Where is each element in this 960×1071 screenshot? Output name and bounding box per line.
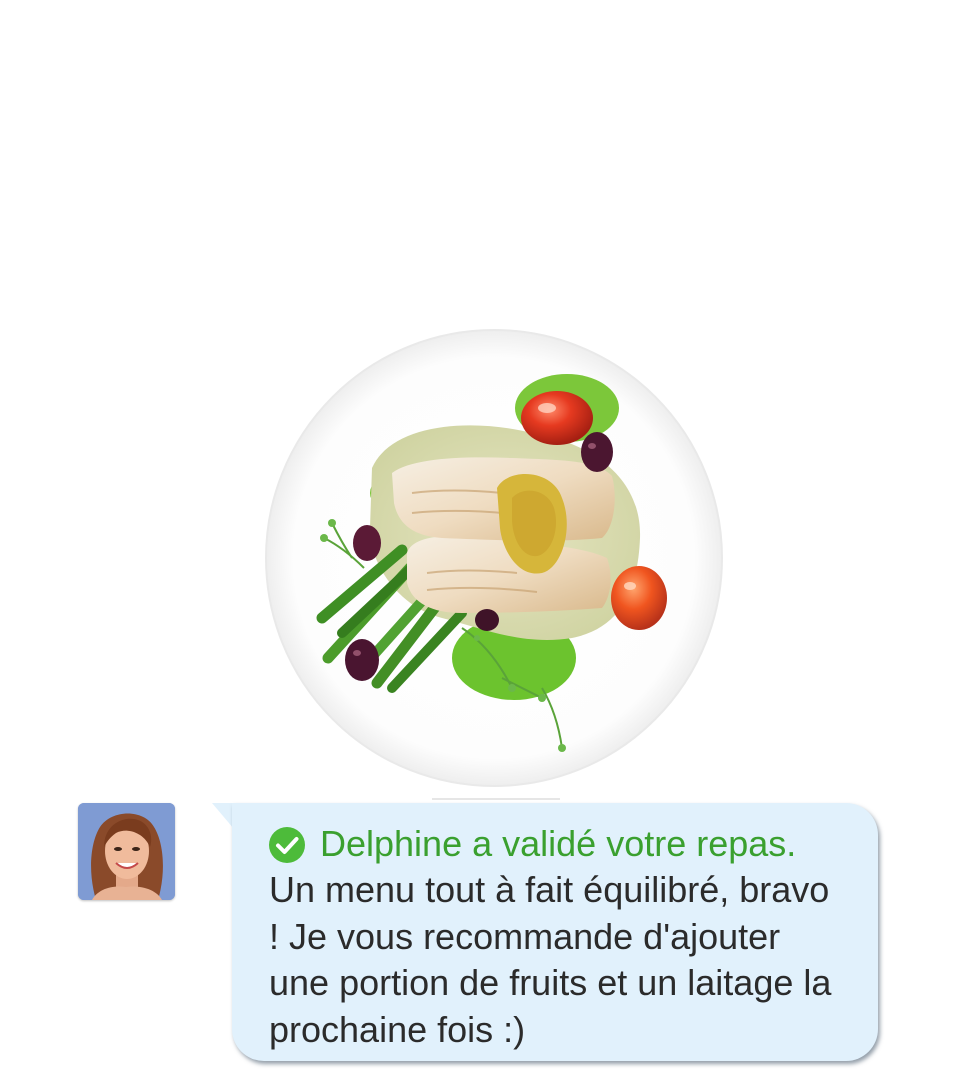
meal-photo (262, 328, 726, 792)
validation-text: Delphine a validé votre repas. (320, 823, 797, 864)
check-circle-icon (269, 827, 305, 863)
validation-status: Delphine a validé votre repas. (269, 821, 842, 867)
message-bubble: Delphine a validé votre repas. Un menu t… (232, 803, 878, 1061)
avatar (78, 803, 175, 900)
divider (432, 798, 560, 800)
bubble-tail (212, 803, 234, 829)
message-text: Un menu tout à fait équilibré, bravo ! J… (269, 869, 832, 1050)
page: Delphine a validé votre repas. Un menu t… (0, 0, 960, 1071)
